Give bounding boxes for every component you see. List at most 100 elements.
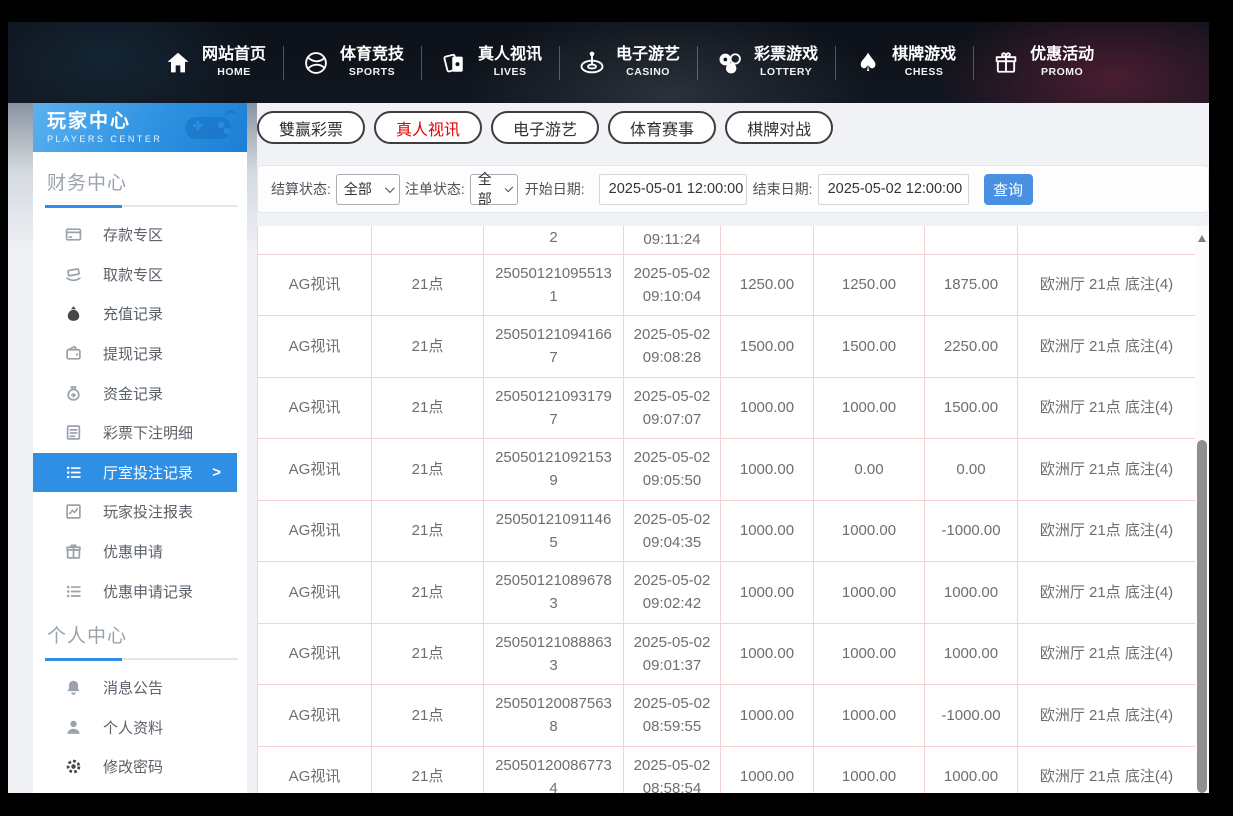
sidebar-item-label: 消息公告 <box>103 677 163 698</box>
cell-amount2: 1000.00 <box>814 377 925 439</box>
settle-status-label: 结算状态: <box>271 179 331 199</box>
order-status-value: 全部 <box>478 169 497 209</box>
sidebar-item-lottery-bet-detail[interactable]: 彩票下注明细 <box>33 413 247 453</box>
cell-game: 21点 <box>372 500 484 562</box>
table-scrollbar[interactable] <box>1195 226 1209 793</box>
tab-live-video[interactable]: 真人视讯 <box>374 111 482 144</box>
settle-status-value: 全部 <box>344 179 372 199</box>
cell-time: 2025-05-02 08:58:54 <box>624 746 721 793</box>
sidebar-item-label: 取款专区 <box>103 264 163 285</box>
cell-provider: AG视讯 <box>258 377 372 439</box>
cell-amount3: -1000.00 <box>925 685 1018 747</box>
nav-item-chess[interactable]: ♠ 棋牌游戏 CHESS <box>836 45 973 80</box>
cell-amount3: 0.00 <box>925 439 1018 501</box>
sidebar-menu-finance: 存款专区 取款专区 充值记录 提现记录 资金记录 彩票下注明细 <box>33 215 247 611</box>
sidebar: 玩家中心 PLAYERS CENTER 财务中心 存款专区 取款专区 <box>33 103 247 793</box>
cell-provider: AG视讯 <box>258 316 372 378</box>
order-status-select[interactable]: 全部 <box>470 174 518 205</box>
tab-sports[interactable]: 体育赛事 <box>608 111 716 144</box>
scrollbar-thumb[interactable] <box>1197 440 1207 793</box>
table-row: AG视讯 21点 250501200875638 2025-05-02 08:5… <box>258 685 1196 747</box>
nav-item-promo[interactable]: 优惠活动 PROMO <box>974 45 1111 80</box>
sidebar-item-hall-bet-record[interactable]: 厅室投注记录 > <box>33 453 237 493</box>
sidebar-section-personal: 个人中心 <box>45 611 238 660</box>
sidebar-item-profile[interactable]: 个人资料 <box>33 708 247 748</box>
cell-provider: AG视讯 <box>258 254 372 316</box>
main-content: 雙赢彩票 真人视讯 电子游艺 体育赛事 棋牌对战 结算状态: 全部 注单状态: … <box>257 103 1209 793</box>
scroll-up-arrow-icon[interactable] <box>1198 235 1206 242</box>
tab-board-games[interactable]: 棋牌对战 <box>725 111 833 144</box>
chevron-down-icon <box>504 183 513 192</box>
nav-item-lottery[interactable]: 彩票游戏 LOTTERY <box>698 45 835 80</box>
sidebar-item-change-password[interactable]: 修改密码 <box>33 747 247 787</box>
sidebar-item-messages[interactable]: 消息公告 <box>33 668 247 708</box>
sidebar-item-promo-apply[interactable]: 优惠申请 <box>33 532 247 572</box>
gift-small-icon <box>65 543 82 560</box>
cell-amount2: 1000.00 <box>814 500 925 562</box>
nav-item-sports[interactable]: 体育竞技 SPORTS <box>284 45 421 80</box>
cell-detail: 欧洲厅 21点 底注(4) <box>1018 377 1196 439</box>
cell-time: 2025-05-02 08:59:55 <box>624 685 721 747</box>
cell-order-no: 250501210888633 <box>484 623 624 685</box>
cell-order-no: 250501210921539 <box>484 439 624 501</box>
cell-amount2: 0.00 <box>814 439 925 501</box>
table-row: AG视讯 21点 250501210955131 2025-05-02 09:1… <box>258 254 1196 316</box>
sidebar-item-promo-apply-record[interactable]: 优惠申请记录 <box>33 571 247 611</box>
sidebar-item-funds-record[interactable]: 资金记录 <box>33 373 247 413</box>
funds-bag-icon <box>65 385 82 402</box>
end-date-input[interactable] <box>818 174 969 205</box>
bell-icon <box>65 679 82 696</box>
cell-provider: AG视讯 <box>258 439 372 501</box>
sidebar-item-player-bet-report[interactable]: 玩家投注报表 <box>33 492 247 532</box>
cell-detail: 欧洲厅 21点 底注(4) <box>1018 254 1196 316</box>
nav-item-title: 网站首页 <box>202 45 266 65</box>
table-row: AG视讯 21点 250501210888633 2025-05-02 09:0… <box>258 623 1196 685</box>
money-bag-icon <box>65 305 82 322</box>
cell-order-no: 2 <box>484 226 624 254</box>
cell-amount1: 1000.00 <box>721 377 814 439</box>
nav-item-subtitle: SPORTS <box>349 65 395 80</box>
gear-icon <box>65 758 82 775</box>
sidebar-section-agent: 代理中心 <box>45 787 238 793</box>
cell-amount3: 1875.00 <box>925 254 1018 316</box>
start-date-input[interactable] <box>599 174 747 205</box>
cell-order-no: 250501200867734 <box>484 746 624 793</box>
cell-order-no: 250501210911465 <box>484 500 624 562</box>
bets-table: 2 09:11:24 AG视讯 21点 250501210955131 2025… <box>257 226 1196 793</box>
gamepad-icon <box>177 107 239 149</box>
start-date-label: 开始日期: <box>525 179 585 199</box>
cell-amount2: 1000.00 <box>814 562 925 624</box>
bank-card-icon <box>65 226 82 243</box>
nav-item-casino[interactable]: 电子游艺 CASINO <box>560 45 697 80</box>
cell-amount2: 1000.00 <box>814 623 925 685</box>
cell-amount1: 1000.00 <box>721 685 814 747</box>
chevron-right-icon: > <box>212 464 221 481</box>
cell-time: 2025-05-02 09:04:35 <box>624 500 721 562</box>
query-button[interactable]: 查询 <box>984 174 1033 205</box>
nav-item-home[interactable]: 网站首页 HOME <box>146 45 283 80</box>
cell-detail: 欧洲厅 21点 底注(4) <box>1018 685 1196 747</box>
nav-item-title: 优惠活动 <box>1030 45 1094 65</box>
cell-amount3 <box>925 226 1018 254</box>
sidebar-item-label: 优惠申请记录 <box>103 581 193 602</box>
cell-provider: AG视讯 <box>258 746 372 793</box>
cell-game: 21点 <box>372 377 484 439</box>
sidebar-item-label: 提现记录 <box>103 343 163 364</box>
sidebar-item-recharge-record[interactable]: 充值记录 <box>33 294 247 334</box>
nav-item-lives[interactable]: 真人视讯 LIVES <box>422 45 559 80</box>
home-icon <box>163 48 193 78</box>
sidebar-item-withdrawal-record[interactable]: 提现记录 <box>33 334 247 374</box>
sidebar-item-label: 玩家投注报表 <box>103 501 193 522</box>
table-row: AG视讯 21点 250501210921539 2025-05-02 09:0… <box>258 439 1196 501</box>
cell-order-no: 250501200875638 <box>484 685 624 747</box>
top-nav: 网站首页 HOME 体育竞技 SPORTS 真人视讯 LIVES 电子游艺 CA… <box>8 22 1209 103</box>
cell-provider: AG视讯 <box>258 500 372 562</box>
cell-game: 21点 <box>372 439 484 501</box>
sidebar-item-deposit[interactable]: 存款专区 <box>33 215 247 255</box>
tab-lottery[interactable]: 雙赢彩票 <box>257 111 365 144</box>
sidebar-item-withdraw[interactable]: 取款专区 <box>33 255 247 295</box>
cell-time: 2025-05-02 09:02:42 <box>624 562 721 624</box>
cell-amount3: 1000.00 <box>925 746 1018 793</box>
tab-egames[interactable]: 电子游艺 <box>491 111 599 144</box>
settle-status-select[interactable]: 全部 <box>336 174 400 205</box>
